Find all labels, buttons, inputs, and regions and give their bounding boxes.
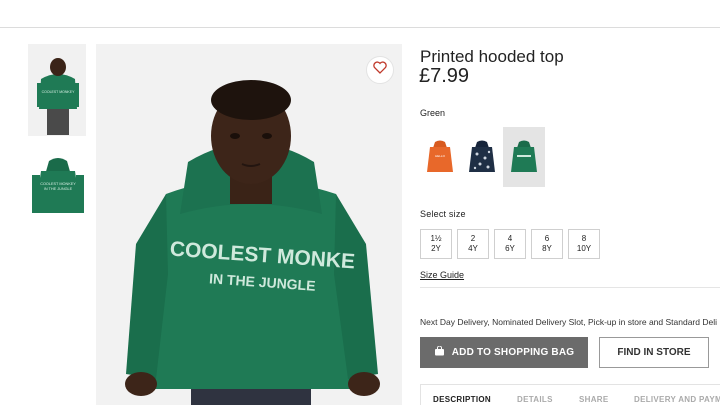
size-option-age: 8 [581,234,587,243]
delivery-info: Next Day Delivery, Nominated Delivery Sl… [420,317,717,327]
svg-text:COOLEST MONKEY: COOLEST MONKEY [40,182,76,186]
find-in-store-button[interactable]: FIND IN STORE [599,337,709,368]
model-thumbnail-image: COOLEST MONKEY [29,45,85,135]
size-option-years: 8Y [542,244,552,253]
heart-icon [373,61,387,79]
color-swatch-green-selected[interactable] [503,127,545,187]
tab-description[interactable]: DESCRIPTION [433,395,491,404]
color-swatch-navy[interactable] [462,127,502,187]
tab-delivery-payment[interactable]: DELIVERY AND PAYM [634,395,720,404]
shopping-bag-icon [434,345,445,359]
svg-text:COOLEST MONKEY: COOLEST MONKEY [42,90,75,94]
product-tabs: DESCRIPTION DETAILS SHARE DELIVERY AND P… [420,384,720,405]
size-option-6y[interactable]: 4 6Y [494,229,526,259]
size-option-10y[interactable]: 8 10Y [568,229,600,259]
top-navigation-bar [0,0,720,28]
thumbnail-model[interactable]: COOLEST MONKEY [28,44,86,136]
size-option-age: 6 [544,234,550,243]
product-title: Printed hooded top [420,47,564,66]
navy-hoodie-icon [469,140,495,172]
selected-color-label: Green [420,108,446,118]
green-hoodie-icon [511,140,537,172]
size-option-age: 2 [470,234,476,243]
size-option-age: 4 [507,234,513,243]
tab-share[interactable]: SHARE [579,395,609,404]
svg-text:HELLO: HELLO [435,154,446,158]
size-option-years: 10Y [576,244,592,253]
hoodie-thumbnail-image: COOLEST MONKEY IN THE JUNGLE [29,153,85,221]
orange-hoodie-icon: HELLO [427,140,453,172]
size-option-years: 4Y [468,244,478,253]
size-guide-link[interactable]: Size Guide [420,270,464,280]
add-to-bag-label: ADD TO SHOPPING BAG [451,347,575,358]
model-photo: COOLEST MONKE IN THE JUNGLE [96,44,402,405]
add-to-bag-button[interactable]: ADD TO SHOPPING BAG [420,337,588,368]
tab-details[interactable]: DETAILS [517,395,553,404]
select-size-label: Select size [420,209,466,219]
product-price: £7.99 [419,65,470,87]
size-option-8y[interactable]: 6 8Y [531,229,563,259]
divider [420,287,720,288]
svg-text:IN THE JUNGLE: IN THE JUNGLE [44,187,73,191]
thumbnail-product[interactable]: COOLEST MONKEY IN THE JUNGLE [28,152,86,222]
favourite-button[interactable] [366,56,394,84]
size-option-4y[interactable]: 2 4Y [457,229,489,259]
size-option-years: 2Y [431,244,441,253]
main-product-image[interactable]: COOLEST MONKE IN THE JUNGLE [96,44,402,405]
size-option-2y[interactable]: 1½ 2Y [420,229,452,259]
size-option-age: 1½ [430,234,442,243]
color-swatch-orange[interactable]: HELLO [420,127,460,187]
size-option-years: 6Y [505,244,515,253]
